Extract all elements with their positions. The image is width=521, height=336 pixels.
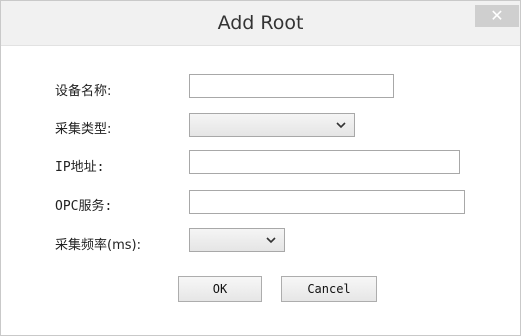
ip-address-label: IP地址: [55, 160, 105, 175]
device-name-label: 设备名称: [55, 84, 112, 99]
close-button[interactable]: ✕ [475, 5, 519, 27]
device-name-input[interactable] [189, 74, 394, 98]
opc-service-input[interactable] [189, 190, 465, 214]
ip-address-input[interactable] [189, 150, 460, 174]
add-root-dialog: Add Root ✕ 设备名称: 采集类型: IP地址: OPC服务: 采集频率… [0, 0, 521, 336]
opc-service-label: OPC服务: [55, 199, 113, 214]
collect-frequency-label: 采集频率(ms): [55, 238, 141, 253]
collect-type-label: 采集类型: [55, 122, 112, 137]
chevron-down-icon [336, 122, 346, 129]
collect-type-select[interactable] [189, 113, 355, 137]
dialog-body: 设备名称: 采集类型: IP地址: OPC服务: 采集频率(ms): OK Ca… [1, 46, 520, 335]
close-icon: ✕ [490, 6, 504, 25]
dialog-title: Add Root [217, 12, 304, 34]
cancel-button[interactable]: Cancel [281, 276, 377, 302]
ok-button[interactable]: OK [178, 276, 262, 302]
title-bar: Add Root ✕ [1, 1, 520, 46]
collect-frequency-select[interactable] [189, 228, 285, 252]
chevron-down-icon [266, 237, 276, 244]
